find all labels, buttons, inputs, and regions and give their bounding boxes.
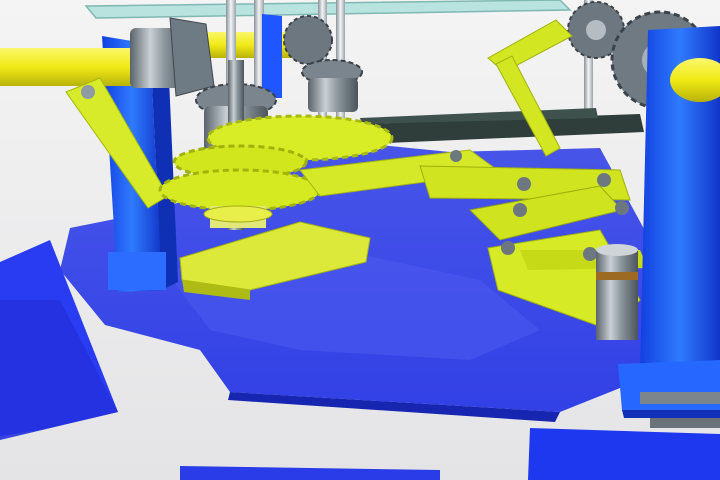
left-frame-base [108, 252, 166, 290]
top-bevel-gear-center [283, 15, 333, 65]
mechanism-render [0, 0, 720, 480]
yellow-spur-gear-low [158, 168, 322, 212]
right-bearing-band [596, 272, 638, 280]
gear-stack-center-collar [308, 78, 358, 112]
top-bevel-gear-right-hub [586, 20, 606, 40]
linkage-pin-5 [501, 241, 515, 255]
linkage-pin-1 [450, 150, 462, 162]
bottom-spring [640, 392, 720, 404]
linkage-pin-4 [513, 203, 527, 217]
bottom-right-blue-strip [528, 428, 720, 480]
linkage-pin-6 [583, 247, 597, 261]
right-bearing-cylinder [596, 250, 638, 340]
linkage-pin-2 [517, 177, 531, 191]
right-frame-base-side [622, 410, 720, 418]
linkage-pin-7 [615, 201, 629, 215]
center-blue-bracket [262, 14, 282, 98]
left-link-pin [81, 85, 95, 99]
linkage-pin-3 [597, 173, 611, 187]
right-bearing-top [596, 244, 638, 256]
spool-rim [203, 205, 273, 223]
bottom-spring-2 [650, 418, 720, 428]
